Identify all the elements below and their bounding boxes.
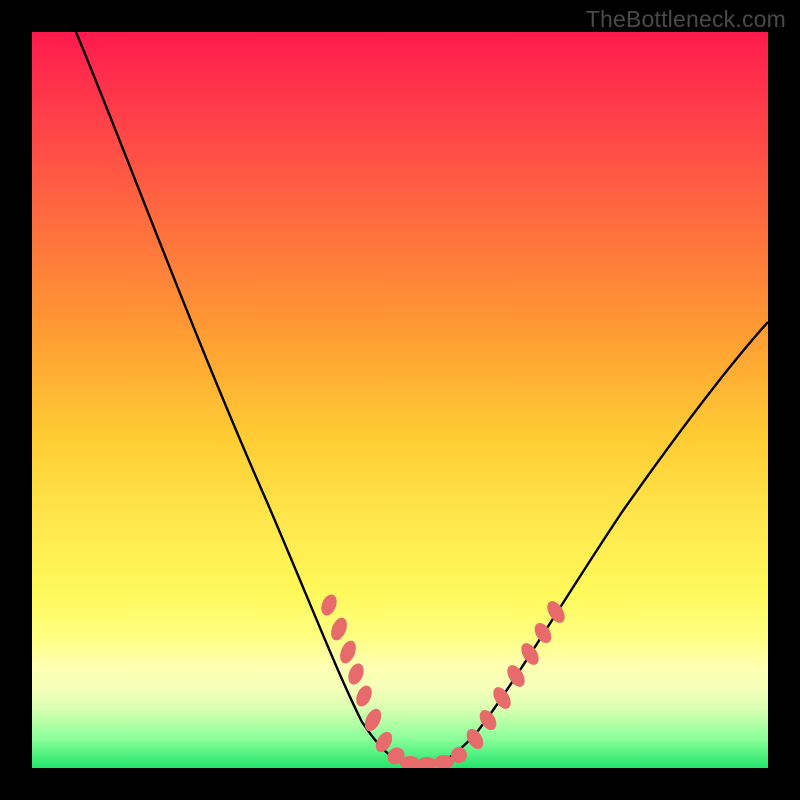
marker-group — [318, 592, 568, 768]
watermark-text: TheBottleneck.com — [586, 6, 786, 33]
plot-area — [32, 32, 768, 768]
chart-svg — [32, 32, 768, 768]
chart-frame: TheBottleneck.com — [0, 0, 800, 800]
main-curve — [76, 32, 768, 766]
